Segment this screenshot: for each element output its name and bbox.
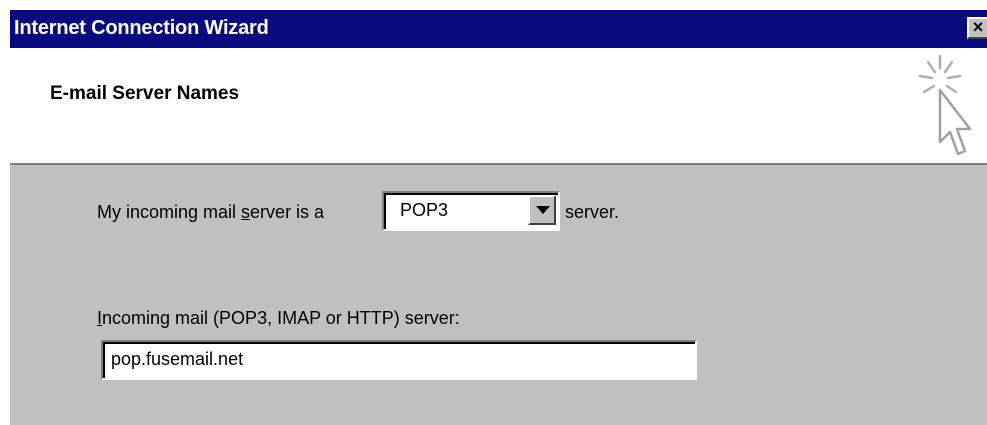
incoming-server-value: pop.fusemail.net xyxy=(111,349,244,369)
select-value: POP3 xyxy=(400,200,449,220)
chevron-down-icon[interactable] xyxy=(528,195,556,225)
wizard-header: E-mail Server Names xyxy=(10,48,987,165)
wizard-window: Internet Connection Wizard × E-mail Serv… xyxy=(10,10,987,425)
server-suffix-label: server. xyxy=(565,202,620,222)
close-button[interactable]: × xyxy=(967,17,987,39)
incoming-server-label: Incoming mail (POP3, IMAP or HTTP) serve… xyxy=(97,308,460,328)
title-bar[interactable]: Internet Connection Wizard × xyxy=(10,10,987,48)
close-icon: × xyxy=(972,17,984,37)
page-title: E-mail Server Names xyxy=(50,83,240,104)
incoming-server-type-select[interactable]: POP3 xyxy=(382,191,560,231)
window-title: Internet Connection Wizard xyxy=(14,17,269,39)
wizard-sparkle-cursor-icon xyxy=(918,54,972,156)
incoming-server-type-label: My incoming mail server is a xyxy=(97,202,325,222)
incoming-server-input[interactable]: pop.fusemail.net xyxy=(101,340,697,380)
